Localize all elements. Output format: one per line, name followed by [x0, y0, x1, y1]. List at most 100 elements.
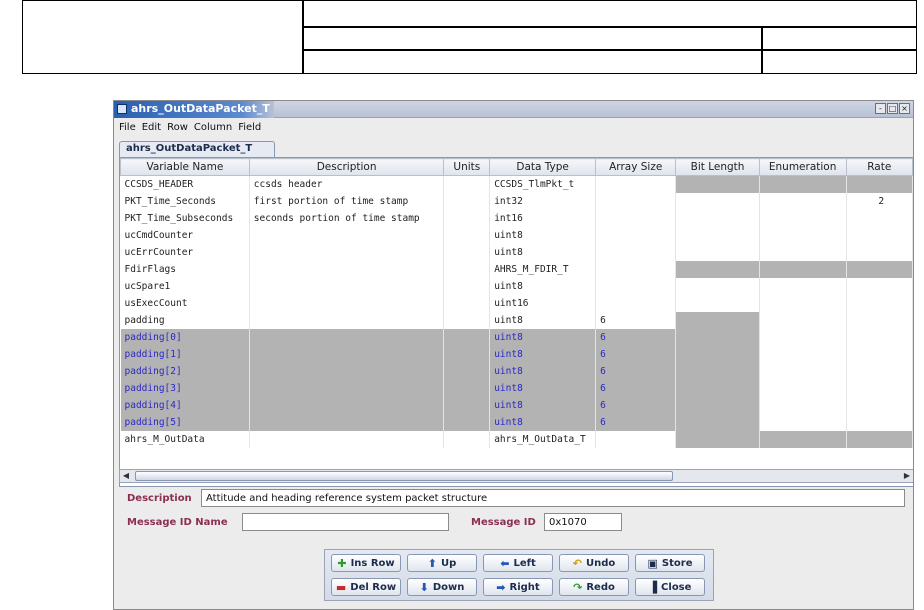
- cell-array-size[interactable]: 6: [595, 396, 677, 414]
- horizontal-scrollbar[interactable]: ◀ ▶: [119, 469, 913, 483]
- cell-variable-name[interactable]: PKT_Time_Subseconds: [120, 209, 250, 227]
- cell-rate[interactable]: [846, 362, 913, 380]
- cell-enumeration[interactable]: [759, 294, 847, 312]
- cell-bit-length[interactable]: [675, 294, 760, 312]
- store-button[interactable]: ▣ Store: [635, 554, 705, 572]
- cell-description[interactable]: ccsds header: [249, 175, 445, 193]
- cell-array-size[interactable]: [595, 243, 677, 261]
- menu-file[interactable]: File: [119, 122, 136, 133]
- cell-bit-length[interactable]: [675, 209, 760, 227]
- cell-array-size[interactable]: [595, 260, 677, 278]
- up-button[interactable]: ⬆ Up: [407, 554, 477, 572]
- cell-rate[interactable]: [846, 345, 913, 363]
- cell-description[interactable]: [249, 294, 445, 312]
- cell-enumeration[interactable]: [759, 311, 847, 329]
- cell-data-type[interactable]: AHRS_M_FDIR_T: [489, 260, 597, 278]
- cell-units[interactable]: [443, 430, 491, 448]
- cell-enumeration[interactable]: [759, 243, 847, 261]
- table-row[interactable]: ahrs_M_OutData ahrs_M_OutData_T: [120, 430, 913, 448]
- cell-description[interactable]: [249, 328, 445, 346]
- cell-units[interactable]: [443, 413, 491, 431]
- cell-enumeration[interactable]: [759, 277, 847, 295]
- column-header[interactable]: Data Type: [489, 158, 597, 176]
- cell-data-type[interactable]: uint8: [489, 396, 597, 414]
- cell-rate[interactable]: [846, 294, 913, 312]
- cell-bit-length[interactable]: [675, 379, 760, 397]
- cell-units[interactable]: [443, 362, 491, 380]
- cell-rate[interactable]: [846, 243, 913, 261]
- cell-bit-length[interactable]: [675, 243, 760, 261]
- cell-variable-name[interactable]: ahrs_M_OutData: [120, 430, 250, 448]
- cell-variable-name[interactable]: usExecCount: [120, 294, 250, 312]
- menu-column[interactable]: Column: [194, 122, 232, 133]
- minimize-button[interactable]: -: [875, 103, 886, 114]
- cell-units[interactable]: [443, 311, 491, 329]
- cell-array-size[interactable]: 6: [595, 362, 677, 380]
- cell-description[interactable]: [249, 362, 445, 380]
- cell-enumeration[interactable]: [759, 345, 847, 363]
- cell-description[interactable]: [249, 260, 445, 278]
- cell-variable-name[interactable]: CCSDS_HEADER: [120, 175, 250, 193]
- cell-array-size[interactable]: 6: [595, 345, 677, 363]
- ins-row-button[interactable]: ✚ Ins Row: [331, 554, 401, 572]
- cell-array-size[interactable]: [595, 226, 677, 244]
- cell-array-size[interactable]: [595, 209, 677, 227]
- message-id-name-field[interactable]: [242, 513, 449, 531]
- table-row[interactable]: padding[2] uint8 6: [120, 362, 913, 380]
- cell-data-type[interactable]: uint8: [489, 413, 597, 431]
- cell-description[interactable]: [249, 277, 445, 295]
- cell-array-size[interactable]: [595, 277, 677, 295]
- cell-array-size[interactable]: 6: [595, 379, 677, 397]
- cell-array-size[interactable]: 6: [595, 413, 677, 431]
- cell-bit-length[interactable]: [675, 277, 760, 295]
- left-button[interactable]: ⬅ Left: [483, 554, 553, 572]
- table-row[interactable]: ucSpare1 uint8: [120, 277, 913, 295]
- cell-variable-name[interactable]: padding[0]: [120, 328, 250, 346]
- cell-array-size[interactable]: [595, 192, 677, 210]
- cell-units[interactable]: [443, 328, 491, 346]
- cell-rate[interactable]: 2: [846, 192, 913, 210]
- cell-bit-length[interactable]: [675, 345, 760, 363]
- table-row[interactable]: padding[5] uint8 6: [120, 413, 913, 431]
- table-row[interactable]: padding[4] uint8 6: [120, 396, 913, 414]
- cell-description[interactable]: [249, 430, 445, 448]
- cell-bit-length[interactable]: [675, 413, 760, 431]
- cell-rate[interactable]: [846, 396, 913, 414]
- cell-data-type[interactable]: uint8: [489, 277, 597, 295]
- cell-description[interactable]: [249, 379, 445, 397]
- cell-units[interactable]: [443, 209, 491, 227]
- column-header[interactable]: Enumeration: [758, 158, 847, 176]
- column-header[interactable]: Units: [443, 158, 491, 176]
- cell-rate[interactable]: [846, 413, 913, 431]
- maximize-button[interactable]: □: [887, 103, 898, 114]
- cell-description[interactable]: [249, 311, 445, 329]
- cell-data-type[interactable]: int32: [489, 192, 597, 210]
- table-row[interactable]: padding[1] uint8 6: [120, 345, 913, 363]
- cell-data-type[interactable]: uint8: [489, 311, 597, 329]
- cell-data-type[interactable]: uint8: [489, 328, 597, 346]
- cell-bit-length[interactable]: [675, 192, 760, 210]
- menu-edit[interactable]: Edit: [142, 122, 161, 133]
- cell-data-type[interactable]: uint8: [489, 362, 597, 380]
- column-header[interactable]: Bit Length: [675, 158, 760, 176]
- table-row[interactable]: PKT_Time_Subseconds seconds portion of t…: [120, 209, 913, 227]
- cell-description[interactable]: first portion of time stamp: [249, 192, 445, 210]
- cell-enumeration[interactable]: [759, 396, 847, 414]
- cell-description[interactable]: [249, 243, 445, 261]
- cell-units[interactable]: [443, 243, 491, 261]
- cell-variable-name[interactable]: FdirFlags: [120, 260, 250, 278]
- cell-units[interactable]: [443, 260, 491, 278]
- cell-rate[interactable]: [846, 209, 913, 227]
- cell-data-type[interactable]: uint8: [489, 379, 597, 397]
- cell-variable-name[interactable]: padding[5]: [120, 413, 250, 431]
- cell-description[interactable]: seconds portion of time stamp: [249, 209, 445, 227]
- cell-units[interactable]: [443, 226, 491, 244]
- cell-variable-name[interactable]: padding: [120, 311, 250, 329]
- cell-description[interactable]: [249, 345, 445, 363]
- table-row[interactable]: CCSDS_HEADER ccsds header CCSDS_TlmPkt_t: [120, 175, 913, 193]
- scroll-left-icon[interactable]: ◀: [120, 470, 132, 482]
- scrollbar-thumb[interactable]: [135, 471, 673, 481]
- undo-button[interactable]: ↶ Undo: [559, 554, 629, 572]
- cell-description[interactable]: [249, 226, 445, 244]
- cell-enumeration[interactable]: [759, 413, 847, 431]
